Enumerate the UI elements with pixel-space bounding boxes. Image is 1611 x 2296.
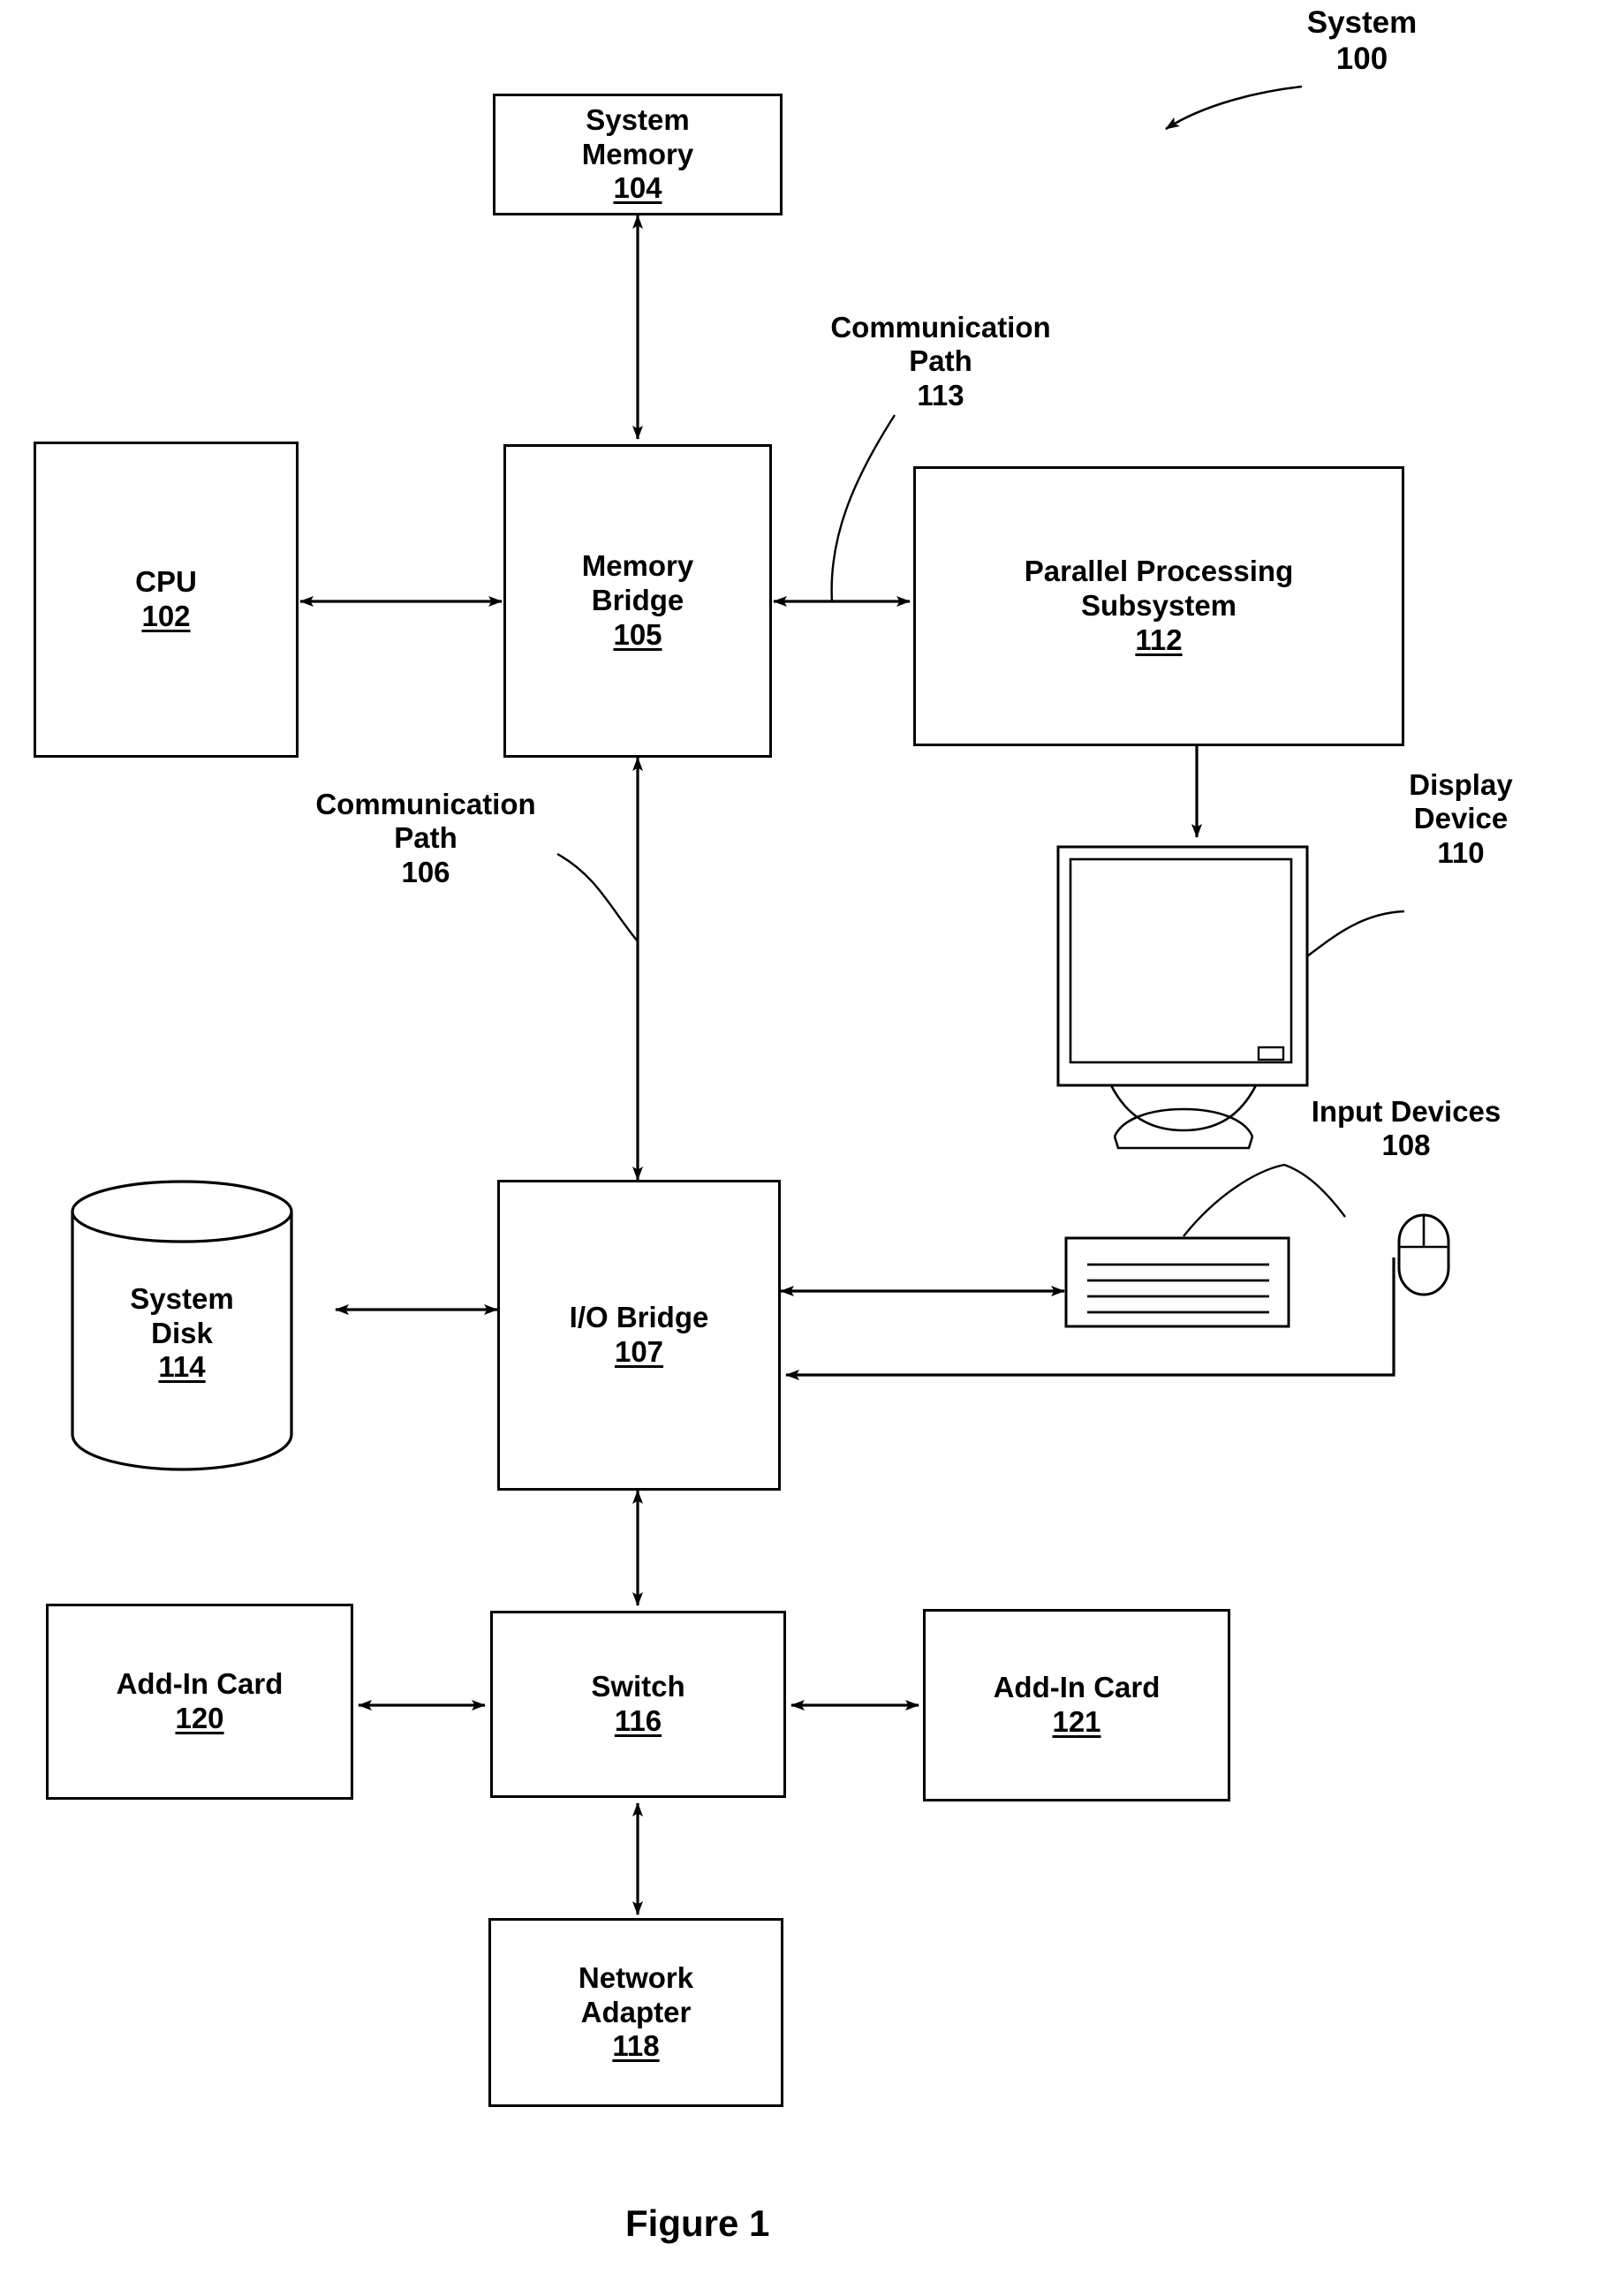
node-add-in-card-120-line1: Add-In Card [116,1667,284,1701]
node-pps-line2: Subsystem [1080,589,1237,623]
patent-figure-page: System Memory 104 CPU 102 Memory Bridge … [0,0,1611,2296]
leader-display-device-110 [1299,910,1405,963]
label-input-108-line2: 108 [1381,1129,1431,1162]
node-cpu-ref: 102 [141,600,191,632]
node-cpu-line1: CPU [135,565,197,599]
node-io-bridge-ref: 107 [614,1335,664,1368]
node-switch-line1: Switch [591,1670,685,1703]
leader-input-devices-108 [1183,1163,1346,1237]
node-add-in-card-121-line1: Add-In Card [993,1671,1161,1704]
node-switch[interactable]: Switch 116 [490,1611,786,1798]
node-network-adapter-line1: Network [578,1960,694,1994]
node-switch-ref: 116 [614,1704,662,1737]
keyboard-icon [1064,1236,1290,1328]
label-input-108-line1: Input Devices [1311,1095,1501,1128]
leader-comm-path-113 [830,414,896,603]
label-communication-path-113: Communication Path 113 [777,311,1104,412]
label-system-100-line2: 100 [1335,41,1388,76]
label-comm-113-line2: Path [909,344,972,378]
node-system-disk-line2: Disk [151,1316,213,1349]
node-system-disk-line1: System [130,1281,234,1315]
label-comm-113-line3: 113 [917,378,964,412]
node-system-memory-ref: 104 [613,171,662,205]
mouse-icon [1397,1213,1450,1296]
node-system-disk-ref: 114 [158,1350,206,1384]
node-add-in-card-121[interactable]: Add-In Card 121 [923,1609,1230,1801]
node-add-in-card-121-ref: 121 [1052,1705,1101,1738]
node-add-in-card-120[interactable]: Add-In Card 120 [46,1604,353,1800]
node-system-disk[interactable]: System Disk 114 [72,1236,291,1431]
figure-caption: Figure 1 [625,2202,770,2244]
node-memory-bridge-line1: Memory [581,549,694,583]
label-display-110-line1: Display [1409,768,1513,801]
label-comm-106-line3: 106 [401,855,450,888]
edge-mouse-iobridge [785,1258,1395,1380]
node-cpu[interactable]: CPU 102 [34,442,299,758]
node-io-bridge-line1: I/O Bridge [569,1301,709,1334]
node-parallel-processing-subsystem[interactable]: Parallel Processing Subsystem 112 [913,466,1404,746]
node-system-memory-line2: Memory [581,137,694,170]
label-comm-113-line1: Communication [830,311,1051,344]
leader-system-100 [1165,85,1303,131]
label-comm-106-line1: Communication [315,788,536,820]
label-display-110-line2: Device [1413,802,1509,835]
label-display-110-line3: 110 [1437,835,1485,869]
node-network-adapter[interactable]: Network Adapter 118 [488,1918,783,2107]
node-pps-ref: 112 [1135,623,1183,656]
node-add-in-card-120-ref: 120 [175,1702,224,1734]
label-display-device-110: Display Device 110 [1358,768,1563,870]
label-input-devices-108: Input Devices 108 [1258,1095,1554,1163]
label-system-100: System 100 [1265,5,1459,77]
node-memory-bridge[interactable]: Memory Bridge 105 [503,444,772,758]
node-network-adapter-line2: Adapter [580,1995,692,2028]
label-system-100-line1: System [1306,5,1418,40]
node-io-bridge[interactable]: I/O Bridge 107 [497,1180,781,1491]
label-comm-106-line2: Path [394,821,458,855]
node-memory-bridge-line2: Bridge [591,584,684,617]
label-communication-path-106: Communication Path 106 [261,788,590,889]
node-system-memory[interactable]: System Memory 104 [493,94,783,215]
node-network-adapter-ref: 118 [612,2029,660,2063]
node-system-memory-line1: System [586,102,690,136]
node-pps-line1: Parallel Processing [1024,555,1294,588]
node-memory-bridge-ref: 105 [613,617,662,651]
